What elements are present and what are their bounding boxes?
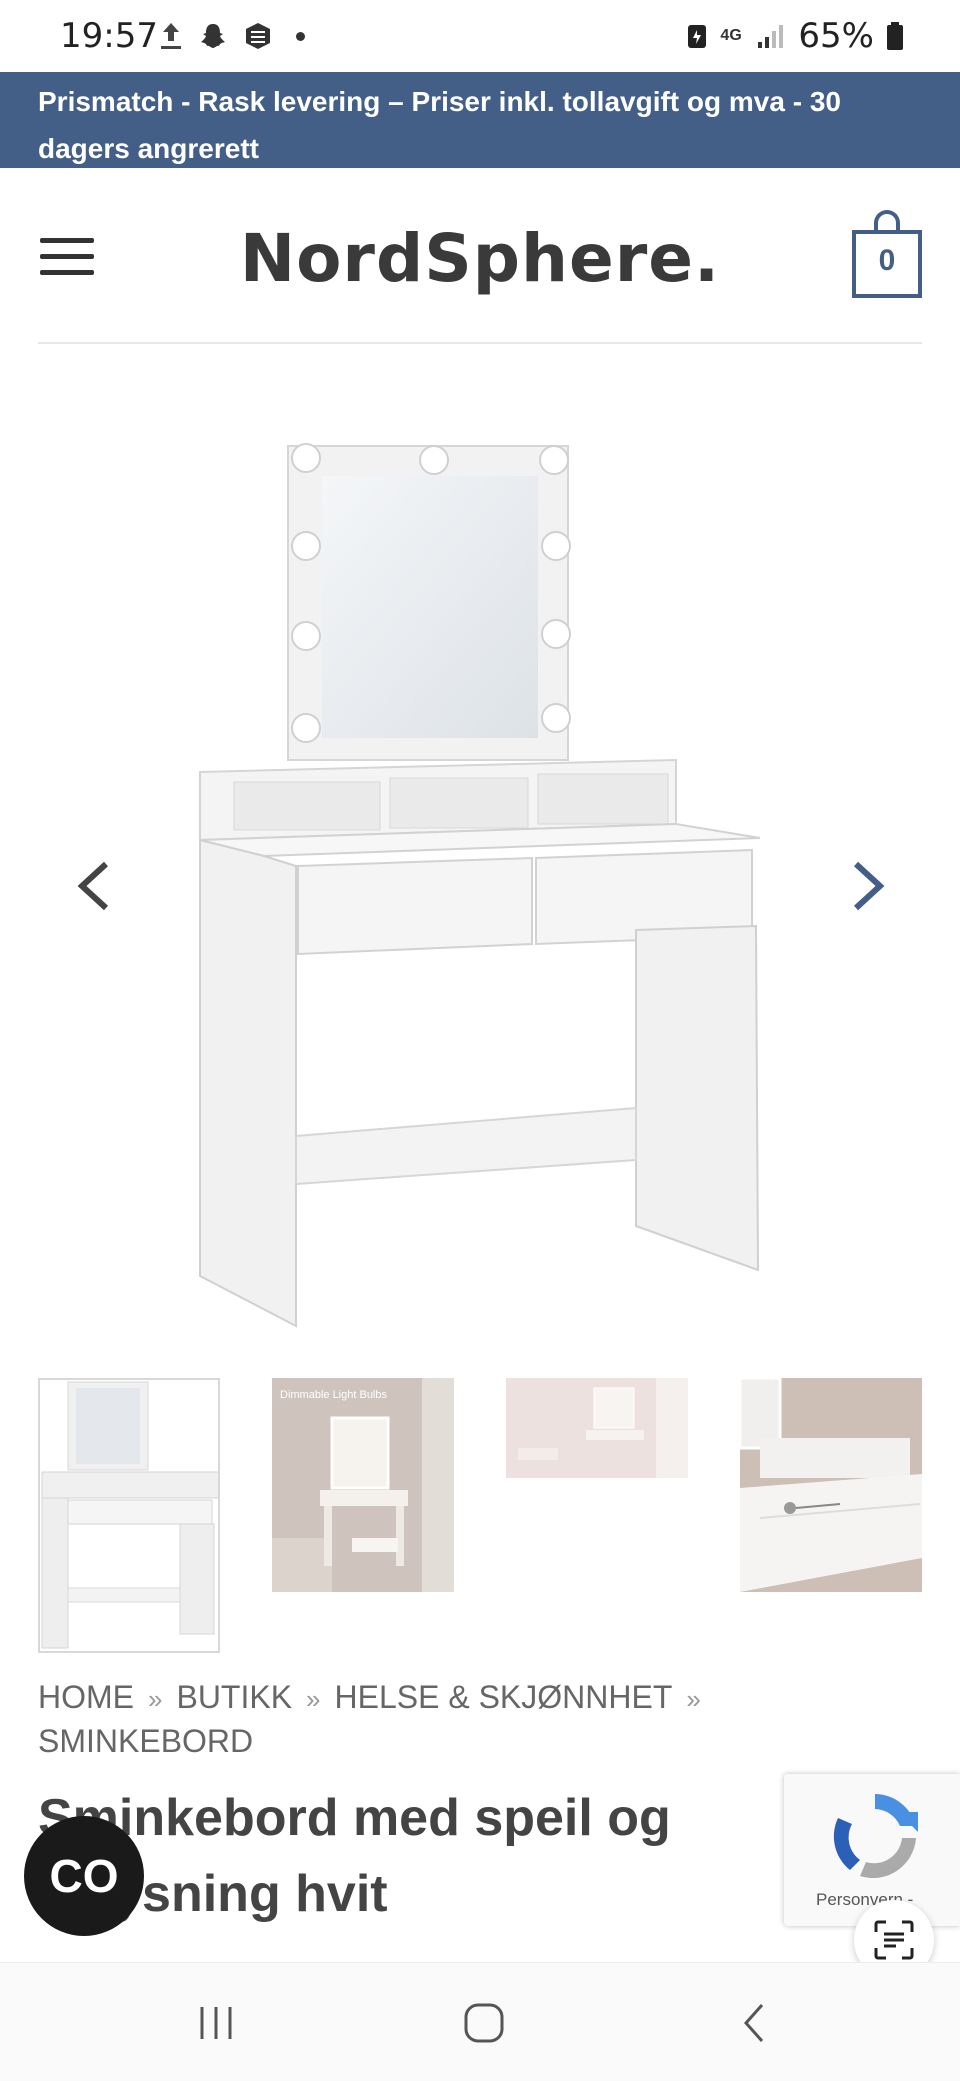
signal-icon <box>758 25 784 48</box>
breadcrumb-helse[interactable]: HELSE & SKJØNNHET <box>335 1679 673 1715</box>
status-time: 19:57 <box>60 16 158 56</box>
thumbnail-image <box>41 1381 223 1649</box>
breadcrumb-butikk[interactable]: BUTIKK <box>176 1679 292 1715</box>
breadcrumb-separator: » <box>148 1684 163 1714</box>
recent-apps-button[interactable] <box>186 1993 246 2053</box>
recaptcha-logo-icon <box>833 1794 918 1879</box>
thumbnail-image: Dimmable Light Bulbs <box>272 1378 454 1592</box>
gallery-prev-button[interactable] <box>66 856 126 916</box>
chevron-left-icon <box>77 861 109 911</box>
cart-button[interactable]: 0 <box>852 210 922 298</box>
thumbnail-1[interactable] <box>38 1378 223 1653</box>
site-logo[interactable]: NordSphere. <box>0 220 960 297</box>
breadcrumb-home[interactable]: HOME <box>38 1679 134 1715</box>
chat-button[interactable]: CO <box>24 1816 144 1936</box>
recaptcha-badge[interactable]: Personvern - <box>784 1774 960 1926</box>
system-icons: 4G 65% <box>686 16 904 56</box>
back-button[interactable] <box>726 1993 786 2053</box>
cart-bag-icon <box>874 210 900 232</box>
battery-icon <box>887 22 903 50</box>
back-icon <box>743 2004 764 2042</box>
system-nav-bar <box>0 1962 960 2081</box>
thumbnail-image <box>738 1376 922 1592</box>
home-icon <box>464 2003 504 2043</box>
chat-label: CO <box>49 1850 119 1902</box>
promo-banner: Prismatch - Rask levering – Priser inkl.… <box>0 72 960 168</box>
scan-text-icon <box>874 1920 914 1960</box>
thumbnail-2[interactable]: Dimmable Light Bulbs <box>272 1378 454 1592</box>
chevron-right-icon <box>853 861 885 911</box>
breadcrumb-current[interactable]: SMINKEBORD <box>38 1723 253 1759</box>
breadcrumb-separator: » <box>686 1684 701 1714</box>
battery-saver-icon <box>688 25 707 48</box>
notification-icons <box>158 20 305 52</box>
product-image <box>199 443 761 1328</box>
status-bar: 19:57 4G 65% <box>0 0 960 72</box>
thumbnail-caption: Dimmable Light Bulbs <box>280 1389 387 1401</box>
cube-app-icon <box>246 23 270 49</box>
thumbnail-strip: Dimmable Light Bulbs <box>38 1376 922 1653</box>
battery-percent: 65% <box>798 16 874 56</box>
breadcrumb-separator: » <box>306 1684 321 1714</box>
snapchat-icon <box>201 24 225 48</box>
header-divider <box>38 342 922 344</box>
cart-count: 0 <box>878 244 896 277</box>
thumbnail-4[interactable] <box>738 1376 922 1592</box>
thumbnail-3[interactable] <box>506 1378 688 1478</box>
product-gallery[interactable] <box>0 346 960 1346</box>
promo-text: Prismatch - Rask levering – Priser inkl.… <box>38 86 841 164</box>
upload-icon <box>161 23 181 49</box>
thumbnail-image <box>506 1378 688 1478</box>
recent-apps-icon <box>200 2007 232 2039</box>
breadcrumb: HOME » BUTIKK » HELSE & SKJØNNHET » SMINKEBOR… <box>38 1676 922 1762</box>
network-type: 4G <box>720 27 742 44</box>
site-header: NordSphere. 0 <box>0 168 960 344</box>
more-notifications-dot <box>296 31 305 41</box>
gallery-next-button[interactable] <box>836 856 896 916</box>
home-button[interactable] <box>454 1993 514 2053</box>
